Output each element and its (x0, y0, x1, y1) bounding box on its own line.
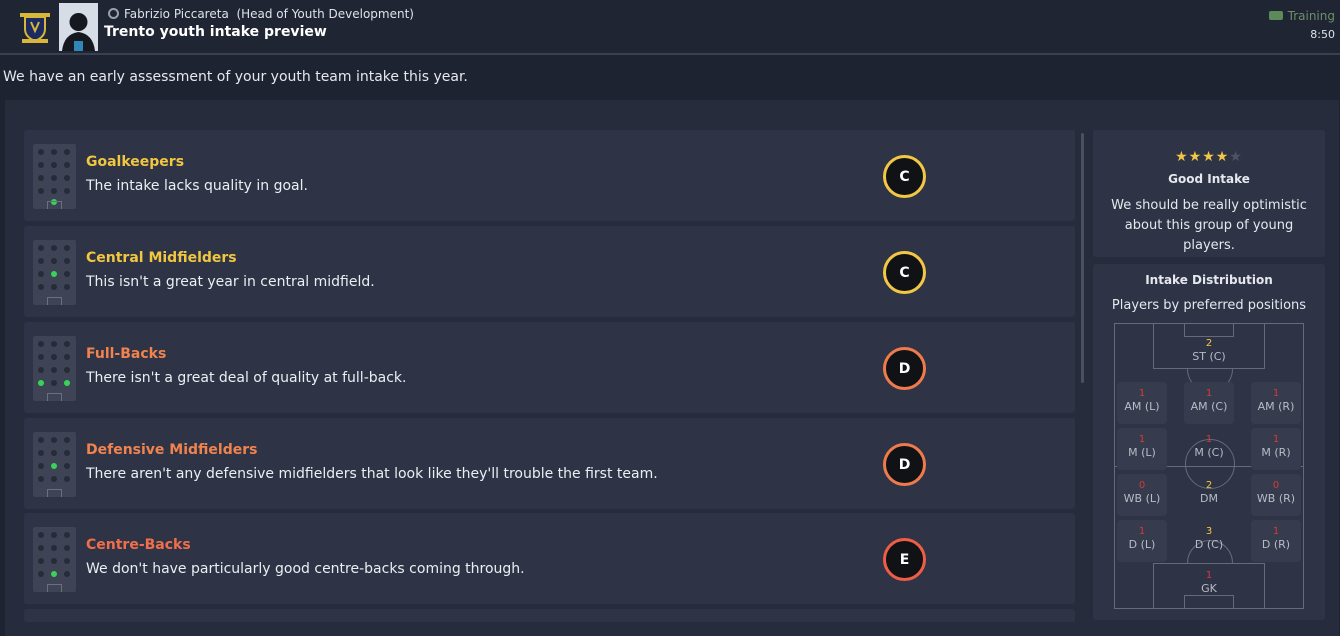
position-label: GK (1201, 582, 1217, 595)
clock-time: 8:50 (1310, 28, 1335, 41)
star-filled-icon: ★ (1215, 149, 1230, 165)
formation-icon (33, 240, 76, 305)
position-am-c[interactable]: 1 AM (C) (1184, 382, 1234, 424)
formation-icon (33, 144, 76, 209)
position-row-description: There isn't a great deal of quality at f… (86, 370, 407, 386)
message-subject: Trento youth intake preview (104, 24, 327, 40)
scrollbar[interactable] (1081, 133, 1084, 383)
position-row-description: There aren't any defensive midfielders t… (86, 466, 658, 482)
position-label: D (R) (1261, 538, 1291, 551)
position-row[interactable]: Goalkeepers The intake lacks quality in g… (24, 130, 1075, 221)
position-row[interactable] (24, 609, 1075, 622)
position-count: 0 (1138, 480, 1146, 491)
message-header: Fabrizio Piccareta (Head of Youth Develo… (0, 0, 1340, 55)
position-count: 1 (1205, 388, 1213, 399)
position-label: M (L) (1128, 446, 1156, 459)
distribution-subtitle: Players by preferred positions (1111, 298, 1307, 313)
status-indicator[interactable]: Training (1268, 9, 1335, 23)
grade-badge: C (883, 251, 926, 294)
position-m-r[interactable]: 1M (R) (1251, 428, 1301, 470)
position-count: 2 (1205, 338, 1213, 349)
grade-badge: C (883, 155, 926, 198)
position-row-title: Centre-Backs (86, 537, 191, 553)
distribution-card: Intake Distribution Players by preferred… (1093, 264, 1325, 620)
position-wb-r[interactable]: 0 WB (R) (1251, 474, 1301, 516)
position-d-c[interactable]: 3D (C) (1184, 520, 1234, 562)
position-count: 0 (1272, 480, 1280, 491)
position-label: AM (C) (1190, 400, 1228, 413)
position-st-c[interactable]: 2 ST (C) (1184, 332, 1234, 374)
position-count: 1 (1205, 570, 1213, 581)
position-label: AM (L) (1124, 400, 1160, 413)
position-row-title: Full-Backs (86, 346, 167, 362)
position-row[interactable]: Full-Backs There isn't a great deal of qu… (24, 322, 1075, 413)
position-count: 1 (1138, 526, 1146, 537)
position-label: ST (C) (1192, 350, 1226, 363)
position-row[interactable]: Defensive Midfielders There aren't any de… (24, 418, 1075, 509)
distribution-title: Intake Distribution (1145, 273, 1273, 287)
grade-badge: D (883, 443, 926, 486)
position-count: 1 (1272, 434, 1280, 445)
position-gk[interactable]: 1 GK (1184, 564, 1234, 606)
position-row-title: Central Midfielders (86, 250, 237, 266)
position-row[interactable]: Central Midfielders This isn't a great ye… (24, 226, 1075, 317)
club-crest-icon[interactable] (18, 9, 52, 45)
pitch-diagram: 2 ST (C) 1 AM (L) 1 AM (C) 1 AM (R) 1M (L) 1… (1114, 323, 1304, 609)
avatar[interactable] (59, 3, 98, 51)
grade-badge: D (883, 347, 926, 390)
position-m-c[interactable]: 1M (C) (1184, 428, 1234, 470)
star-filled-icon: ★ (1188, 149, 1203, 165)
intro-text: We have an early assessment of your yout… (3, 69, 468, 85)
position-wb-l[interactable]: 0 WB (L) (1117, 474, 1167, 516)
position-am-r[interactable]: 1 AM (R) (1251, 382, 1301, 424)
position-count: 3 (1205, 526, 1213, 537)
star-filled-icon: ★ (1175, 149, 1189, 165)
position-count: 1 (1272, 526, 1280, 537)
status-label: Training (1287, 9, 1335, 23)
rating-title: Good Intake (1168, 172, 1250, 186)
position-label: DM (1200, 492, 1218, 505)
formation-icon (33, 432, 76, 497)
star-empty-icon: ★ (1229, 149, 1243, 165)
position-dm[interactable]: 2 DM (1184, 474, 1234, 516)
formation-icon (33, 336, 76, 401)
rating-description: We should be really optimistic about thi… (1111, 198, 1307, 253)
position-row-description: The intake lacks quality in goal. (86, 178, 308, 194)
sender-role: (Head of Youth Development) (236, 7, 414, 21)
position-count: 1 (1272, 388, 1280, 399)
person-icon (108, 8, 119, 19)
ticket-icon (1268, 11, 1283, 20)
grade-badge: E (883, 538, 926, 581)
rating-card: ★★★★★ Good Intake We should be really op… (1093, 130, 1325, 257)
position-m-l[interactable]: 1M (L) (1117, 428, 1167, 470)
position-row[interactable]: Centre-Backs We don't have particularly g… (24, 513, 1075, 604)
position-label: D (C) (1194, 538, 1224, 551)
position-row-description: We don't have particularly good centre-b… (86, 561, 525, 577)
position-am-l[interactable]: 1 AM (L) (1117, 382, 1167, 424)
position-row-title: Goalkeepers (86, 154, 185, 170)
star-filled-icon: ★ (1202, 149, 1216, 165)
star-rating: ★★★★★ (1093, 149, 1325, 165)
position-label: M (C) (1194, 446, 1224, 459)
position-label: D (L) (1128, 538, 1156, 551)
position-label: M (R) (1261, 446, 1291, 459)
position-d-r[interactable]: 1D (R) (1251, 520, 1301, 562)
sender-name[interactable]: Fabrizio Piccareta (124, 7, 229, 21)
position-count: 1 (1205, 434, 1213, 445)
position-row-title: Defensive Midfielders (86, 442, 258, 458)
position-count: 1 (1138, 434, 1146, 445)
position-label: WB (L) (1123, 492, 1161, 505)
position-count: 1 (1138, 388, 1146, 399)
position-label: AM (R) (1257, 400, 1295, 413)
position-row-description: This isn't a great year in central midfi… (86, 274, 375, 290)
sender-line: Fabrizio Piccareta (Head of Youth Develo… (108, 7, 414, 21)
position-label: WB (R) (1256, 492, 1296, 505)
position-d-l[interactable]: 1D (L) (1117, 520, 1167, 562)
formation-icon (33, 527, 76, 592)
position-count: 2 (1205, 480, 1213, 491)
